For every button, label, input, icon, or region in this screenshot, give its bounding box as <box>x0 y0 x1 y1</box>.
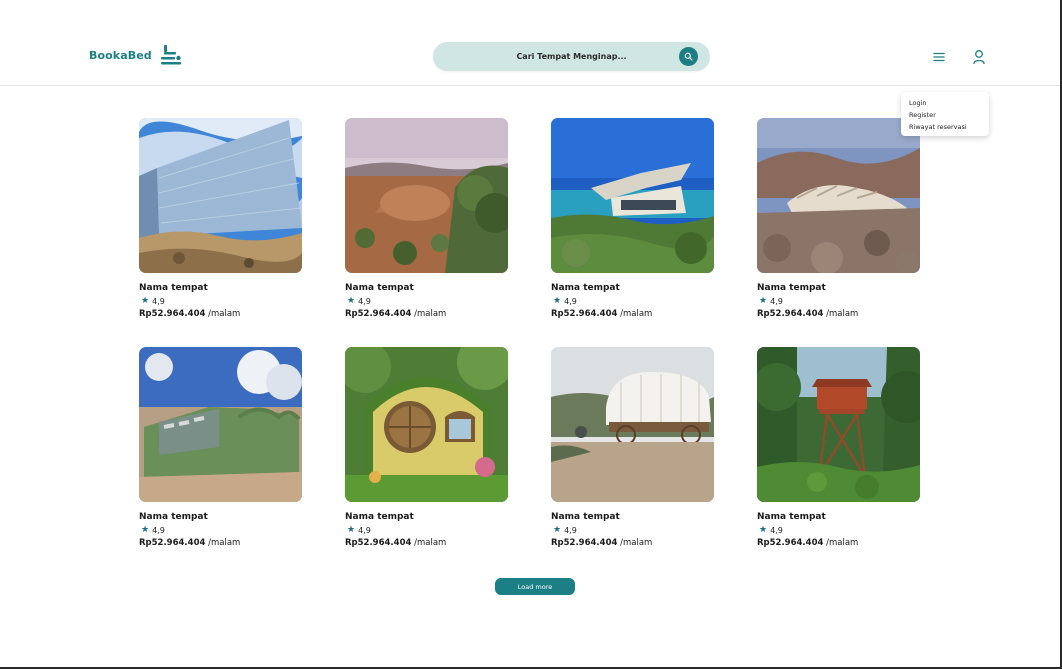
listing-price: Rp52.964.404 /malam <box>139 538 303 548</box>
hamburger-icon[interactable] <box>932 50 946 64</box>
listing-rating: ★ 4,9 <box>139 525 303 535</box>
search-bar <box>433 42 710 71</box>
star-icon: ★ <box>141 525 150 535</box>
listing-price: Rp52.964.404 /malam <box>345 309 509 319</box>
listing-price: Rp52.964.404 /malam <box>757 538 921 548</box>
listing-rating: ★ 4,9 <box>551 296 715 306</box>
load-more-button[interactable]: Load more <box>495 578 575 595</box>
listing-card[interactable]: Nama tempat ★ 4,9 Rp52.964.404 /malam <box>551 347 715 548</box>
price-value: Rp52.964.404 <box>345 309 412 319</box>
listing-name: Nama tempat <box>551 283 620 293</box>
listing-price: Rp52.964.404 /malam <box>757 309 921 319</box>
listing-name: Nama tempat <box>345 283 414 293</box>
search-icon <box>684 52 693 61</box>
price-unit: /malam <box>620 538 653 548</box>
listing-name: Nama tempat <box>757 512 826 522</box>
listing-rating: ★ 4,9 <box>345 525 509 535</box>
listing-name: Nama tempat <box>757 283 826 293</box>
bed-icon <box>160 45 181 65</box>
listing-rating: ★ 4,9 <box>757 525 921 535</box>
price-unit: /malam <box>208 309 241 319</box>
menu-item-register[interactable]: Register <box>909 109 981 121</box>
rating-value: 4,9 <box>564 525 577 535</box>
price-value: Rp52.964.404 <box>551 538 618 548</box>
brand-name: BookaBed <box>89 48 152 62</box>
listing-photo[interactable] <box>139 347 302 502</box>
rating-value: 4,9 <box>770 296 783 306</box>
star-icon: ★ <box>141 296 150 306</box>
price-unit: /malam <box>826 538 859 548</box>
star-icon: ★ <box>553 296 562 306</box>
listing-card[interactable]: Nama tempat ★ 4,9 Rp52.964.404 /malam <box>757 118 921 319</box>
price-unit: /malam <box>414 538 447 548</box>
star-icon: ★ <box>347 525 356 535</box>
price-unit: /malam <box>208 538 241 548</box>
listing-photo[interactable] <box>551 347 714 502</box>
price-unit: /malam <box>620 309 653 319</box>
listing-name: Nama tempat <box>139 283 208 293</box>
listing-price: Rp52.964.404 /malam <box>551 309 715 319</box>
search-input[interactable] <box>471 52 672 61</box>
rating-value: 4,9 <box>358 296 371 306</box>
menu-item-login[interactable]: Login <box>909 97 981 109</box>
listing-price: Rp52.964.404 /malam <box>551 538 715 548</box>
listing-name: Nama tempat <box>139 512 208 522</box>
star-icon: ★ <box>553 525 562 535</box>
listing-rating: ★ 4,9 <box>345 296 509 306</box>
user-dropdown-menu: Login Register Riwayat reservasi <box>901 92 989 136</box>
listing-photo[interactable] <box>757 347 920 502</box>
star-icon: ★ <box>759 296 768 306</box>
rating-value: 4,9 <box>152 525 165 535</box>
price-value: Rp52.964.404 <box>551 309 618 319</box>
listing-price: Rp52.964.404 /malam <box>345 538 509 548</box>
user-icon[interactable] <box>972 49 986 65</box>
rating-value: 4,9 <box>564 296 577 306</box>
listing-card[interactable]: Nama tempat ★ 4,9 Rp52.964.404 /malam <box>345 347 509 548</box>
listing-photo[interactable] <box>757 118 920 273</box>
rating-value: 4,9 <box>770 525 783 535</box>
listing-card[interactable]: Nama tempat ★ 4,9 Rp52.964.404 /malam <box>345 118 509 319</box>
rating-value: 4,9 <box>152 296 165 306</box>
price-value: Rp52.964.404 <box>345 538 412 548</box>
price-value: Rp52.964.404 <box>757 538 824 548</box>
price-unit: /malam <box>414 309 447 319</box>
listing-card[interactable]: Nama tempat ★ 4,9 Rp52.964.404 /malam <box>551 118 715 319</box>
listing-photo[interactable] <box>139 118 302 273</box>
top-navbar: BookaBed <box>0 0 1060 86</box>
search-button[interactable] <box>679 47 698 66</box>
listing-name: Nama tempat <box>551 512 620 522</box>
price-value: Rp52.964.404 <box>139 538 206 548</box>
listing-photo[interactable] <box>345 347 508 502</box>
listing-price: Rp52.964.404 /malam <box>139 309 303 319</box>
star-icon: ★ <box>759 525 768 535</box>
listing-card[interactable]: Nama tempat ★ 4,9 Rp52.964.404 /malam <box>139 347 303 548</box>
listing-rating: ★ 4,9 <box>139 296 303 306</box>
price-value: Rp52.964.404 <box>757 309 824 319</box>
brand-logo[interactable]: BookaBed <box>89 44 182 66</box>
listing-photo[interactable] <box>345 118 508 273</box>
rating-value: 4,9 <box>358 525 371 535</box>
listing-name: Nama tempat <box>345 512 414 522</box>
price-unit: /malam <box>826 309 859 319</box>
listing-rating: ★ 4,9 <box>551 525 715 535</box>
listing-photo[interactable] <box>551 118 714 273</box>
listing-card[interactable]: Nama tempat ★ 4,9 Rp52.964.404 /malam <box>757 347 921 548</box>
listing-rating: ★ 4,9 <box>757 296 921 306</box>
listing-card[interactable]: Nama tempat ★ 4,9 Rp52.964.404 /malam <box>139 118 303 319</box>
menu-item-reservation-history[interactable]: Riwayat reservasi <box>909 121 981 133</box>
star-icon: ★ <box>347 296 356 306</box>
price-value: Rp52.964.404 <box>139 309 206 319</box>
